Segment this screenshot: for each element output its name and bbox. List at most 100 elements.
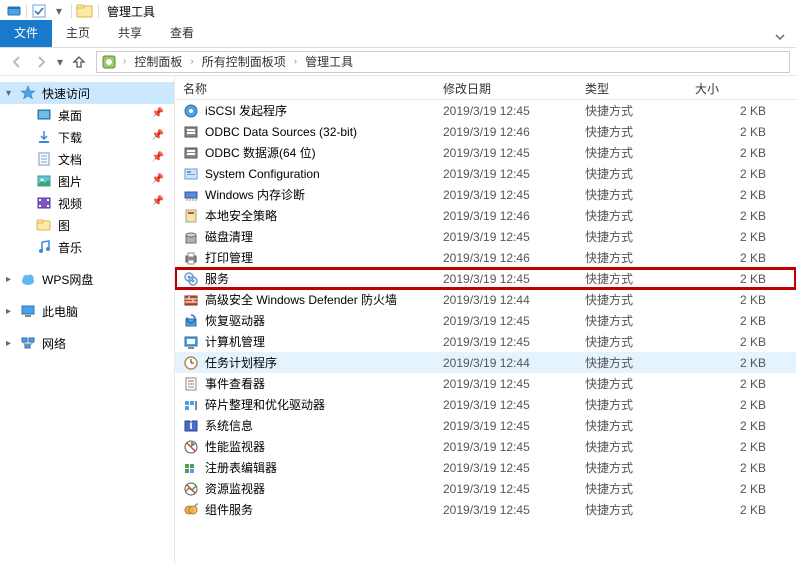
column-headers: 名称 修改日期 类型 大小 [175, 76, 796, 100]
compmgmt-icon [183, 334, 199, 350]
file-name-label: 组件服务 [205, 501, 253, 518]
file-row[interactable]: 本地安全策略2019/3/19 12:46快捷方式2 KB [175, 205, 796, 226]
sidebar-this-pc[interactable]: ▸ 此电脑 [0, 300, 174, 322]
column-header-size[interactable]: 大小 [687, 80, 796, 97]
file-type-cell: 快捷方式 [577, 417, 687, 434]
chevron-right-icon[interactable]: ▸ [6, 274, 11, 285]
tab-share[interactable]: 共享 [104, 20, 156, 47]
folder-icon [76, 2, 94, 20]
chevron-down-icon[interactable]: ▾ [6, 88, 11, 99]
sidebar-item-label: WPS网盘 [42, 271, 93, 288]
file-row[interactable]: 磁盘清理2019/3/19 12:45快捷方式2 KB [175, 226, 796, 247]
file-row[interactable]: 组件服务2019/3/19 12:45快捷方式2 KB [175, 499, 796, 520]
nav-history-dropdown[interactable]: ▾ [54, 55, 66, 69]
column-header-type[interactable]: 类型 [577, 80, 687, 97]
file-name-cell: 磁盘清理 [175, 228, 435, 245]
separator [26, 4, 27, 18]
this-pc-icon [20, 303, 36, 319]
file-row[interactable]: 碎片整理和优化驱动器2019/3/19 12:45快捷方式2 KB [175, 394, 796, 415]
breadcrumb-seg-1[interactable]: 所有控制面板项 [198, 52, 290, 71]
pin-icon: 📌 [152, 196, 164, 207]
sidebar-item[interactable]: 图片📌 [0, 170, 174, 192]
file-name-label: 打印管理 [205, 249, 253, 266]
qat-checkbox-icon[interactable] [29, 2, 49, 20]
qat-dropdown-icon[interactable]: ▾ [49, 2, 69, 20]
column-header-date[interactable]: 修改日期 [435, 80, 577, 97]
file-type-cell: 快捷方式 [577, 396, 687, 413]
file-date-cell: 2019/3/19 12:45 [435, 503, 577, 517]
file-size-cell: 2 KB [687, 251, 796, 265]
pin-icon: 📌 [152, 130, 164, 141]
file-name-cell: 计算机管理 [175, 333, 435, 350]
file-row[interactable]: System Configuration2019/3/19 12:45快捷方式2… [175, 163, 796, 184]
file-list: iSCSI 发起程序2019/3/19 12:45快捷方式2 KBODBC Da… [175, 100, 796, 564]
sidebar-item[interactable]: 下载📌 [0, 126, 174, 148]
breadcrumb-seg-0[interactable]: 控制面板 [130, 52, 186, 71]
file-type-cell: 快捷方式 [577, 102, 687, 119]
file-row[interactable]: 性能监视器2019/3/19 12:45快捷方式2 KB [175, 436, 796, 457]
file-type-cell: 快捷方式 [577, 333, 687, 350]
file-date-cell: 2019/3/19 12:45 [435, 398, 577, 412]
sidebar-network[interactable]: ▸ 网络 [0, 332, 174, 354]
network-icon [20, 335, 36, 351]
sidebar-item[interactable]: 音乐 [0, 236, 174, 258]
file-name-cell: 恢复驱动器 [175, 312, 435, 329]
sidebar-wps[interactable]: ▸ WPS网盘 [0, 268, 174, 290]
file-row[interactable]: ODBC 数据源(64 位)2019/3/19 12:45快捷方式2 KB [175, 142, 796, 163]
file-row[interactable]: 高级安全 Windows Defender 防火墙2019/3/19 12:44… [175, 289, 796, 310]
address-bar[interactable]: › 控制面板 › 所有控制面板项 › 管理工具 [96, 51, 790, 73]
file-size-cell: 2 KB [687, 398, 796, 412]
file-date-cell: 2019/3/19 12:45 [435, 482, 577, 496]
tab-file[interactable]: 文件 [0, 20, 52, 47]
tab-view[interactable]: 查看 [156, 20, 208, 47]
sidebar-item[interactable]: 桌面📌 [0, 104, 174, 126]
file-name-cell: 本地安全策略 [175, 207, 435, 224]
nav-up-button[interactable] [68, 51, 90, 73]
file-row[interactable]: 任务计划程序2019/3/19 12:44快捷方式2 KB [175, 352, 796, 373]
ribbon-tabs: 文件 主页 共享 查看 [0, 22, 796, 48]
video-icon [36, 195, 52, 211]
file-row[interactable]: 资源监视器2019/3/19 12:45快捷方式2 KB [175, 478, 796, 499]
nav-forward-button[interactable] [30, 51, 52, 73]
file-name-cell: 组件服务 [175, 501, 435, 518]
services-icon [183, 271, 199, 287]
document-icon [36, 151, 52, 167]
file-size-cell: 2 KB [687, 167, 796, 181]
file-row[interactable]: i系统信息2019/3/19 12:45快捷方式2 KB [175, 415, 796, 436]
file-row[interactable]: 计算机管理2019/3/19 12:45快捷方式2 KB [175, 331, 796, 352]
systemmenu-icon[interactable] [4, 2, 24, 20]
chevron-right-icon[interactable]: › [121, 56, 128, 67]
chevron-right-icon[interactable]: ▸ [6, 338, 11, 349]
sidebar-quick-access[interactable]: ▾ 快速访问 [0, 82, 174, 104]
file-row[interactable]: 打印管理2019/3/19 12:46快捷方式2 KB [175, 247, 796, 268]
column-header-name[interactable]: 名称 [175, 80, 435, 97]
sidebar-item[interactable]: 图 [0, 214, 174, 236]
file-size-cell: 2 KB [687, 272, 796, 286]
file-name-cell: 任务计划程序 [175, 354, 435, 371]
sidebar-item[interactable]: 视频📌 [0, 192, 174, 214]
file-row[interactable]: ODBC Data Sources (32-bit)2019/3/19 12:4… [175, 121, 796, 142]
regedit-icon [183, 460, 199, 476]
file-row[interactable]: iSCSI 发起程序2019/3/19 12:45快捷方式2 KB [175, 100, 796, 121]
file-name-cell: Windows 内存诊断 [175, 186, 435, 203]
odbc-icon [183, 145, 199, 161]
file-name-label: 计算机管理 [205, 333, 265, 350]
tab-home[interactable]: 主页 [52, 20, 104, 47]
file-row[interactable]: 事件查看器2019/3/19 12:45快捷方式2 KB [175, 373, 796, 394]
file-date-cell: 2019/3/19 12:46 [435, 251, 577, 265]
chevron-right-icon[interactable]: › [292, 56, 299, 67]
chevron-right-icon[interactable]: ▸ [6, 306, 11, 317]
sidebar-item[interactable]: 文档📌 [0, 148, 174, 170]
ribbon-expand-icon[interactable] [764, 27, 796, 47]
file-row[interactable]: 恢复驱动器2019/3/19 12:45快捷方式2 KB [175, 310, 796, 331]
file-row[interactable]: 服务2019/3/19 12:45快捷方式2 KB [175, 268, 796, 289]
firewall-icon [183, 292, 199, 308]
nav-back-button[interactable] [6, 51, 28, 73]
chevron-right-icon[interactable]: › [188, 56, 195, 67]
file-type-cell: 快捷方式 [577, 144, 687, 161]
breadcrumb-seg-2[interactable]: 管理工具 [301, 52, 357, 71]
file-row[interactable]: Windows 内存诊断2019/3/19 12:45快捷方式2 KB [175, 184, 796, 205]
file-size-cell: 2 KB [687, 335, 796, 349]
file-row[interactable]: 注册表编辑器2019/3/19 12:45快捷方式2 KB [175, 457, 796, 478]
sidebar-item-label: 图片 [58, 173, 82, 190]
